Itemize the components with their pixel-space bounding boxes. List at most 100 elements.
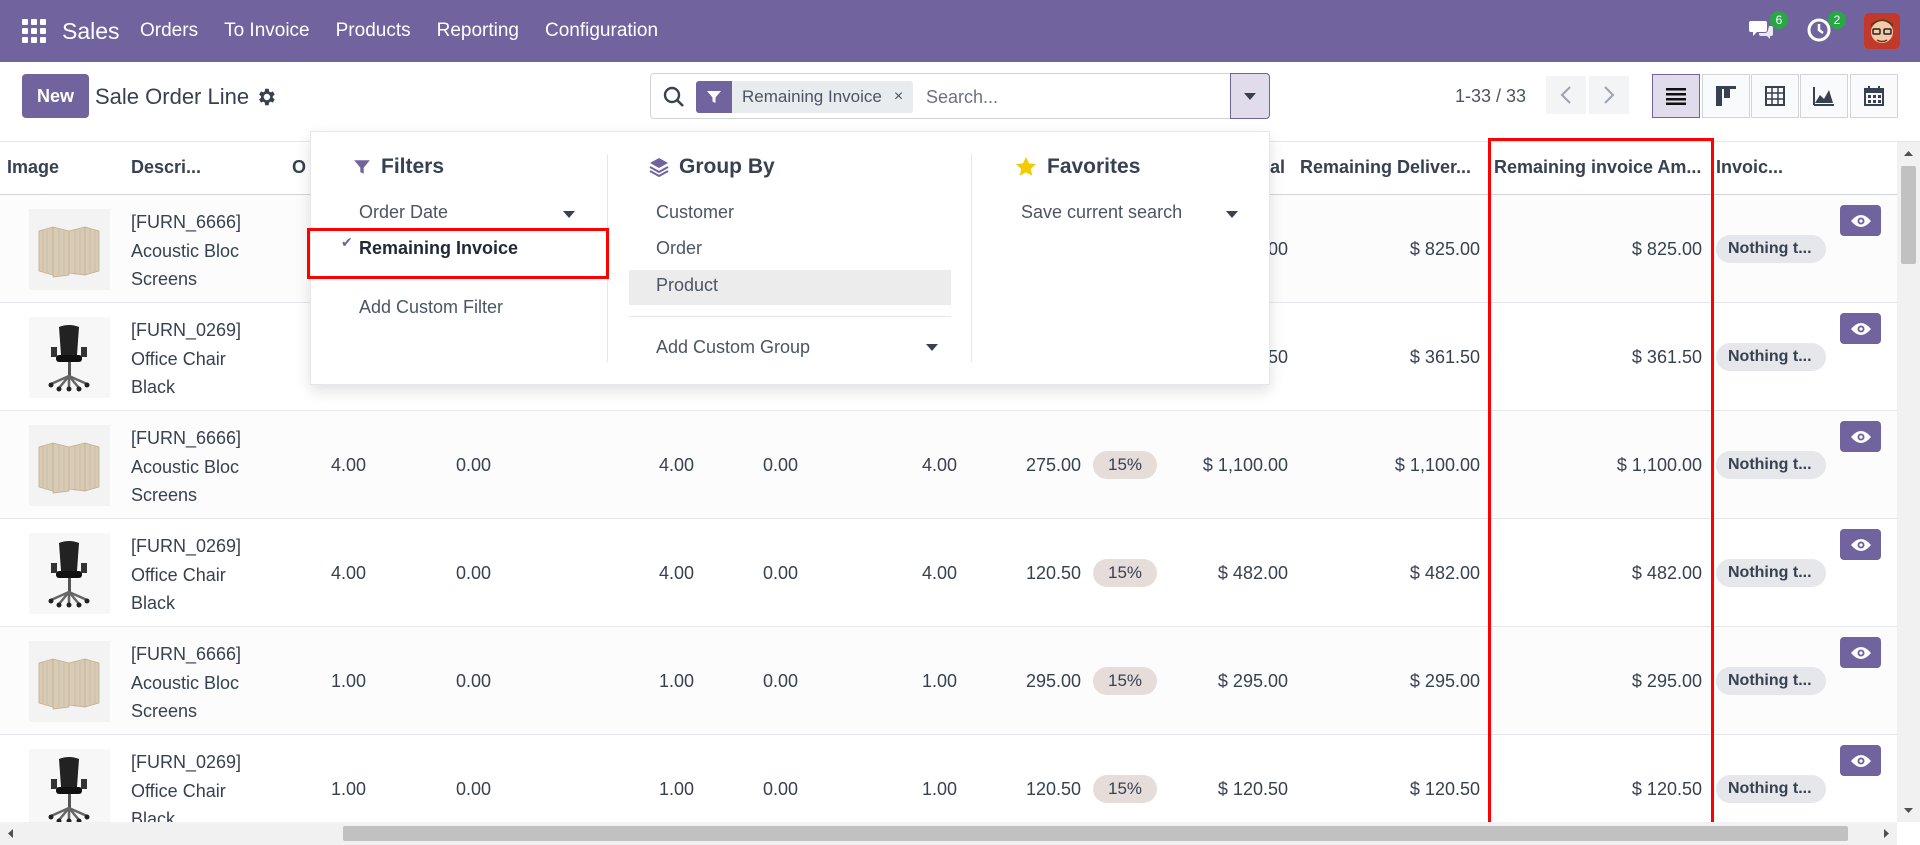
facet-remove-button[interactable]: × [894,88,913,106]
cell-delivered: 0.00 [455,779,491,799]
activities-badge: 2 [1828,11,1846,29]
product-name-line1: Acoustic Bloc [131,240,240,261]
open-record-button[interactable] [1840,421,1881,452]
open-record-button[interactable] [1840,529,1881,560]
open-record-button[interactable] [1840,637,1881,668]
search-options-toggle[interactable] [1230,73,1270,119]
cell-remaining-invoice: $ 120.50 [1631,779,1702,799]
cell-total: $ 120.50 [1217,779,1288,799]
scroll-right-icon[interactable] [1880,822,1894,845]
cell-to-invoice: 0.00 [762,563,798,583]
user-avatar[interactable] [1864,13,1900,49]
search-input[interactable] [926,82,1226,112]
group-by-product[interactable]: Product [656,275,718,296]
vertical-scrollbar[interactable] [1897,142,1920,822]
scroll-up-icon[interactable] [1897,146,1920,160]
cell-unit-price: 120.50 [1025,779,1081,799]
cell-invoiced-qty: 4.00 [658,455,694,475]
caret-down-icon[interactable] [563,211,575,218]
add-custom-filter[interactable]: Add Custom Filter [359,297,503,318]
group-by-section: Group By [649,152,775,182]
cell-remaining-delivery: $ 825.00 [1409,239,1480,259]
pager-next-button[interactable] [1589,76,1629,114]
horizontal-scroll-thumb[interactable] [343,826,1848,841]
column-header-image[interactable]: Image [7,157,59,178]
activities-button[interactable]: 2 [1806,11,1846,45]
eye-icon [1850,538,1871,551]
add-custom-group[interactable]: Add Custom Group [656,337,810,358]
open-record-button[interactable] [1840,205,1881,236]
column-header-description[interactable]: Descri... [131,157,201,178]
pager-value[interactable]: 1-33 / 33 [1455,86,1526,107]
open-record-button[interactable] [1840,313,1881,344]
app-name[interactable]: Sales [62,18,120,45]
search-icon[interactable] [663,86,685,108]
caret-down-icon [1244,92,1256,100]
cell-remaining-invoice: $ 1,100.00 [1616,455,1702,475]
favorites-title: Favorites [1047,155,1141,178]
favorites-section: Favorites [1015,152,1140,182]
menu-products[interactable]: Products [336,20,411,42]
open-record-button[interactable] [1840,745,1881,776]
invoice-status-badge: Nothing t... [1716,667,1826,695]
pager-previous-button[interactable] [1546,76,1586,114]
menu-to-invoice[interactable]: To Invoice [224,20,310,42]
cell-to-invoice: 0.00 [762,455,798,475]
filter-order-date[interactable]: Order Date [359,202,448,223]
pivot-view-button[interactable] [1751,74,1799,118]
product-image [29,641,110,722]
menu-orders[interactable]: Orders [140,20,198,42]
column-header-remaining-delivery[interactable]: Remaining Deliver... [1300,157,1471,178]
product-name-line2: Black [131,593,176,613]
new-button[interactable]: New [22,74,89,118]
column-header-invoice-status[interactable]: Invoic... [1716,157,1783,178]
invoice-status-badge: Nothing t... [1716,343,1826,371]
table-row[interactable]: [FURN_0269] Office Chair Black 4.00 0.00 4.00… [0,519,1900,627]
cell-remaining-invoice: $ 482.00 [1631,563,1702,583]
pivot-view-icon [1765,86,1785,106]
table-row[interactable]: [FURN_0269] Office Chair Black 1.00 0.00 1.00… [0,735,1900,822]
cell-remaining-qty: 1.00 [921,671,957,691]
product-image [29,533,110,614]
cell-quantity: 4.00 [330,563,366,583]
gear-icon[interactable] [255,86,277,108]
discount-badge: 15% [1093,451,1157,479]
product-reference: [FURN_6666] [131,428,242,448]
cell-invoiced-qty: 1.00 [658,671,694,691]
graph-view-button[interactable] [1800,74,1848,118]
column-header-remaining-invoice[interactable]: Remaining invoice Am... [1494,157,1701,178]
save-current-search[interactable]: Save current search [1021,202,1182,223]
calendar-view-icon [1864,86,1884,106]
group-by-order[interactable]: Order [656,238,702,259]
scroll-down-icon[interactable] [1897,804,1920,818]
invoice-status-badge: Nothing t... [1716,451,1826,479]
discount-badge: 15% [1093,667,1157,695]
apps-grid-icon[interactable] [22,19,46,43]
list-view-button[interactable] [1652,74,1700,118]
group-by-customer[interactable]: Customer [656,202,734,223]
top-navbar: Sales Orders To Invoice Products Reporti… [0,0,1920,62]
product-reference: [FURN_0269] [131,752,242,772]
column-header-ordered[interactable]: O [292,157,306,178]
table-row[interactable]: [FURN_6666] Acoustic Bloc Screens 1.00 0.00 1… [0,627,1900,735]
menu-configuration[interactable]: Configuration [545,20,658,42]
calendar-view-button[interactable] [1850,74,1898,118]
scroll-left-icon[interactable] [3,822,17,845]
product-name-line1: Office Chair [131,564,226,585]
kanban-view-button[interactable] [1702,74,1750,118]
main-menu: Orders To Invoice Products Reporting Con… [140,0,684,62]
horizontal-scrollbar[interactable] [0,822,1897,845]
group-by-title: Group By [679,155,775,178]
page-title: Sale Order Line [95,84,250,109]
cell-to-invoice: 0.00 [762,671,798,691]
table-row[interactable]: [FURN_6666] Acoustic Bloc Screens 4.00 0.00 4… [0,411,1900,519]
graph-view-icon [1813,87,1834,106]
messages-button[interactable]: 6 [1748,11,1788,45]
filter-remaining-invoice[interactable]: Remaining Invoice [359,238,518,259]
caret-down-icon[interactable] [1226,211,1238,218]
caret-down-icon[interactable] [926,344,938,351]
vertical-scroll-thumb[interactable] [1901,166,1916,264]
menu-reporting[interactable]: Reporting [437,20,519,42]
cell-remaining-qty: 4.00 [921,563,957,583]
filters-section: Filters [353,152,444,182]
